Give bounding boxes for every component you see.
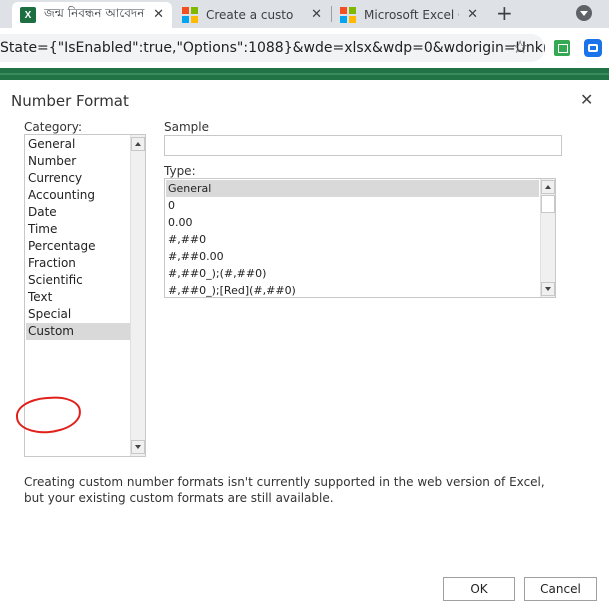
type-item[interactable]: 0.00: [166, 214, 539, 231]
browser-tab[interactable]: Microsoft Excel Online ✕: [332, 2, 486, 28]
sample-label: Sample: [164, 120, 209, 134]
tab-close-icon[interactable]: ✕: [153, 7, 164, 23]
extension-icon[interactable]: [554, 40, 570, 56]
microsoft-icon: [182, 7, 198, 23]
scroll-up-button[interactable]: [131, 137, 145, 151]
star-icon[interactable]: ☆: [512, 34, 528, 62]
category-item-currency[interactable]: Currency: [26, 170, 131, 187]
type-item[interactable]: #,##0: [166, 231, 539, 248]
close-icon[interactable]: ✕: [580, 90, 593, 109]
scroll-up-button[interactable]: [541, 180, 555, 194]
extension-icon[interactable]: [584, 39, 602, 57]
category-item-text[interactable]: Text: [26, 289, 131, 306]
excel-ribbon-strip: [0, 68, 609, 80]
category-item-date[interactable]: Date: [26, 204, 131, 221]
type-item[interactable]: 0: [166, 197, 539, 214]
category-item-special[interactable]: Special: [26, 306, 131, 323]
tab-title: Microsoft Excel Online: [364, 8, 459, 22]
category-item-time[interactable]: Time: [26, 221, 131, 238]
ok-button[interactable]: OK: [443, 577, 515, 601]
type-item[interactable]: #,##0_);(#,##0): [166, 265, 539, 282]
browser-tab-strip: X জন্ম নিবন্ধন আবেদন ✕ Create a custom n…: [0, 0, 609, 28]
type-list[interactable]: General 0 0.00 #,##0 #,##0.00 #,##0_);(#…: [164, 178, 556, 298]
sample-preview: [164, 135, 562, 156]
type-item[interactable]: #,##0_);[Red](#,##0): [166, 282, 539, 297]
microsoft-icon: [340, 7, 356, 23]
scroll-thumb[interactable]: [541, 195, 555, 213]
category-list[interactable]: General Number Currency Accounting Date …: [24, 134, 146, 457]
tab-close-icon[interactable]: ✕: [467, 7, 478, 23]
type-scrollbar[interactable]: [540, 179, 555, 297]
scroll-down-button[interactable]: [131, 440, 145, 454]
tab-title: জন্ম নিবন্ধন আবেদন: [44, 6, 145, 20]
category-item-general[interactable]: General: [26, 136, 131, 153]
category-item-number[interactable]: Number: [26, 153, 131, 170]
type-item[interactable]: #,##0.00: [166, 248, 539, 265]
dialog-title: Number Format: [11, 92, 129, 110]
omnibox[interactable]: State={"IsEnabled":true,"Options":1088}&…: [0, 34, 545, 62]
browser-tab[interactable]: Create a custom number format ✕: [174, 2, 330, 28]
address-bar: State={"IsEnabled":true,"Options":1088}&…: [0, 28, 609, 68]
number-format-dialog: Number Format ✕ Category: General Number…: [0, 80, 609, 610]
type-label: Type:: [164, 164, 196, 178]
cancel-button[interactable]: Cancel: [524, 577, 597, 601]
scroll-down-button[interactable]: [541, 282, 555, 296]
tab-title: Create a custom number format: [206, 8, 294, 22]
category-item-fraction[interactable]: Fraction: [26, 255, 131, 272]
category-scrollbar[interactable]: [130, 135, 145, 456]
category-label: Category:: [24, 120, 82, 134]
type-item[interactable]: General: [166, 180, 539, 197]
category-item-percentage[interactable]: Percentage: [26, 238, 131, 255]
category-item-custom[interactable]: Custom: [26, 323, 131, 340]
tab-close-icon[interactable]: ✕: [311, 7, 322, 23]
url-text: State={"IsEnabled":true,"Options":1088}&…: [0, 40, 545, 56]
excel-icon: X: [20, 7, 36, 23]
unsupported-info-text: Creating custom number formats isn't cur…: [24, 475, 545, 505]
category-item-accounting[interactable]: Accounting: [26, 187, 131, 204]
category-item-scientific[interactable]: Scientific: [26, 272, 131, 289]
browser-tab-active[interactable]: X জন্ম নিবন্ধন আবেদন ✕: [12, 2, 172, 28]
new-tab-button[interactable]: +: [496, 2, 513, 24]
tab-search-icon[interactable]: [576, 5, 592, 21]
